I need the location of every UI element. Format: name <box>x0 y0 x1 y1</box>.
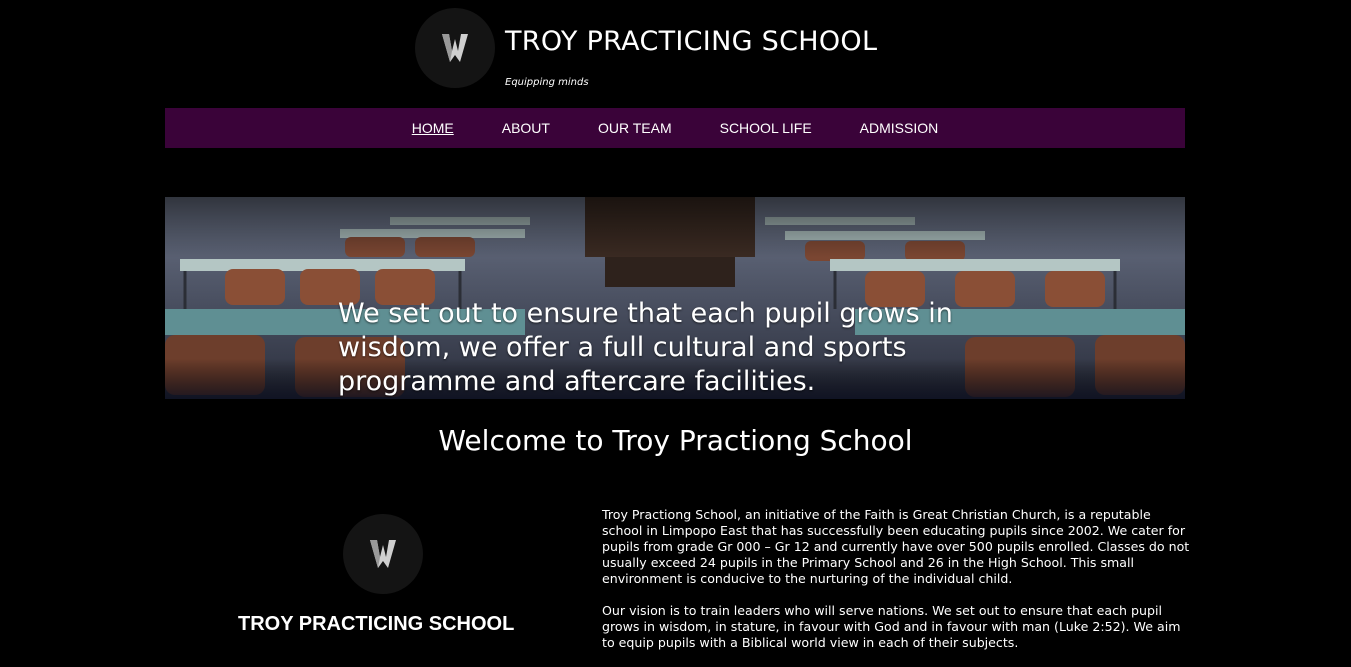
about-paragraph: Troy Practiong School, an initiative of … <box>602 507 1190 586</box>
nav-home[interactable]: HOME <box>412 120 454 136</box>
about-text: Troy Practiong School, an initiative of … <box>602 507 1192 667</box>
hero-tagline: We set out to ensure that each pupil gro… <box>338 298 953 397</box>
welcome-heading: Welcome to Troy Practiong School <box>438 424 913 457</box>
nav-admission[interactable]: ADMISSION <box>860 120 939 136</box>
main-navigation: HOME ABOUT OUR TEAM SCHOOL LIFE ADMISSIO… <box>165 108 1185 148</box>
site-title: TROY PRACTICING SCHOOL <box>505 26 878 57</box>
troy-shield-icon <box>442 34 468 62</box>
nav-our-team[interactable]: OUR TEAM <box>598 120 672 136</box>
site-tagline: Equipping minds <box>505 77 589 88</box>
troy-shield-icon <box>370 540 396 568</box>
nav-school-life[interactable]: SCHOOL LIFE <box>720 120 812 136</box>
about-paragraph: Our vision is to train leaders who will … <box>602 603 1181 650</box>
hero-banner: We set out to ensure that each pupil gro… <box>165 197 1185 399</box>
site-header: TROY PRACTICING SCHOOL Equipping minds <box>415 8 935 98</box>
nav-about[interactable]: ABOUT <box>502 120 550 136</box>
logo[interactable] <box>415 8 495 88</box>
about-school-name: TROY PRACTICING SCHOOL <box>238 613 515 635</box>
about-logo <box>343 514 423 594</box>
